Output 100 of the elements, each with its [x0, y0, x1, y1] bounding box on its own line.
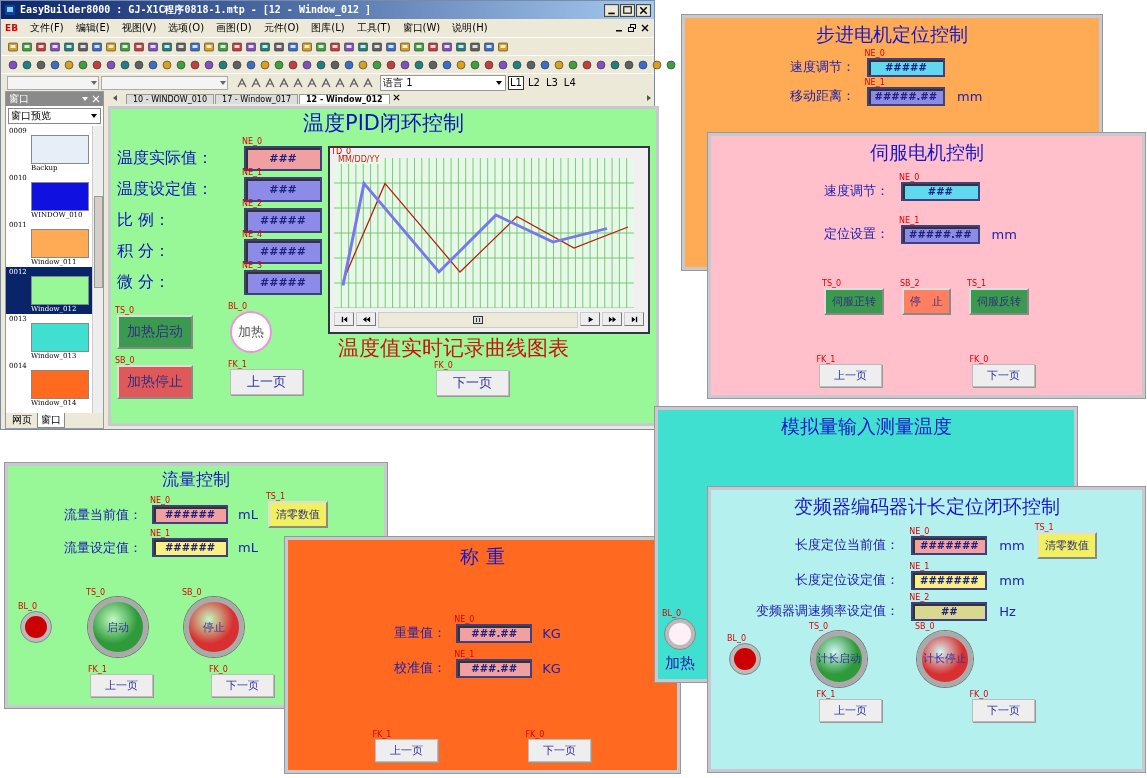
- toolbar-icon[interactable]: [511, 58, 523, 71]
- toolbar-icon[interactable]: [245, 58, 257, 71]
- toolbar-icon[interactable]: [133, 40, 145, 53]
- page-button[interactable]: 下一页: [436, 370, 509, 397]
- toolbar-icon[interactable]: [21, 40, 33, 53]
- document-tab[interactable]: 12 - Window_012: [299, 94, 390, 104]
- scrollbar[interactable]: [92, 126, 103, 413]
- number-field[interactable]: ##: [911, 601, 988, 621]
- toolbar-icon[interactable]: [273, 58, 285, 71]
- number-field[interactable]: ###.##: [456, 623, 533, 643]
- toolbar-icon[interactable]: [217, 40, 229, 53]
- format-icon[interactable]: [236, 76, 248, 89]
- toolbar-icon[interactable]: [21, 58, 33, 71]
- toolbar-icon[interactable]: [119, 40, 131, 53]
- toolbar-icon[interactable]: [427, 58, 439, 71]
- toolbar-icon[interactable]: [553, 58, 565, 71]
- number-field[interactable]: ###: [901, 181, 980, 201]
- toolbar-icon[interactable]: [399, 40, 411, 53]
- menu-item[interactable]: 选项(O): [168, 21, 205, 35]
- first-icon[interactable]: [334, 312, 354, 327]
- toolbar-icon[interactable]: [203, 40, 215, 53]
- toolbar-icon[interactable]: [147, 40, 159, 53]
- layer-button[interactable]: L4: [561, 75, 578, 90]
- toolbar-icon[interactable]: [77, 58, 89, 71]
- toolbar-icon[interactable]: [637, 58, 649, 71]
- toolbar-icon[interactable]: [175, 40, 187, 53]
- menu-item[interactable]: 文件(F): [30, 21, 64, 35]
- toolbar-icon[interactable]: [343, 58, 355, 71]
- toolbar-icon[interactable]: [357, 58, 369, 71]
- toolbar-icon[interactable]: [287, 58, 299, 71]
- toolbar-icon[interactable]: [651, 58, 663, 71]
- toolbar-icon[interactable]: [105, 58, 117, 71]
- toolbar-icon[interactable]: [189, 40, 201, 53]
- clear-button[interactable]: 清零数值: [1036, 531, 1097, 559]
- toolbar-icon[interactable]: [35, 58, 47, 71]
- toolbar-icon[interactable]: [371, 58, 383, 71]
- toolbar-icon[interactable]: [623, 58, 635, 71]
- toolbar-icon[interactable]: [483, 58, 495, 71]
- page-button[interactable]: 下一页: [527, 739, 591, 762]
- format-icon[interactable]: [292, 76, 304, 89]
- toolbar-icon[interactable]: [455, 40, 467, 53]
- close-icon[interactable]: [640, 23, 650, 33]
- toolbar-icon[interactable]: [245, 40, 257, 53]
- toolbar-icon[interactable]: [441, 58, 453, 71]
- toolbar-icon[interactable]: [385, 58, 397, 71]
- toolbar-icon[interactable]: [357, 40, 369, 53]
- toolbar-icon[interactable]: [35, 40, 47, 53]
- format-icon[interactable]: [306, 76, 318, 89]
- round-button[interactable]: 计长停止: [917, 630, 973, 687]
- toolbar-icon[interactable]: [175, 58, 187, 71]
- toolbar-icon[interactable]: [63, 40, 75, 53]
- toolbar-icon[interactable]: [7, 58, 19, 71]
- toolbar-icon[interactable]: [315, 58, 327, 71]
- toolbar-icon[interactable]: [147, 58, 159, 71]
- toolbar-icon[interactable]: [259, 58, 271, 71]
- toolbar-icon[interactable]: [105, 40, 117, 53]
- number-field[interactable]: #####: [244, 270, 322, 296]
- toolbar-icon[interactable]: [315, 40, 327, 53]
- number-field[interactable]: #######: [911, 535, 988, 555]
- scroll-right-icon[interactable]: [645, 93, 653, 102]
- page-button[interactable]: 上一页: [818, 698, 882, 722]
- toolbar-icon[interactable]: [91, 40, 103, 53]
- number-field[interactable]: #######: [911, 570, 988, 590]
- toolbar-icon[interactable]: [161, 40, 173, 53]
- page-button[interactable]: 下一页: [211, 674, 274, 697]
- last-icon[interactable]: [624, 312, 644, 327]
- number-field[interactable]: #####.##: [901, 224, 980, 244]
- round-button[interactable]: 计长启动: [811, 630, 867, 687]
- menu-item[interactable]: 窗口(W): [402, 21, 441, 35]
- format-icon[interactable]: [334, 76, 346, 89]
- document-tab[interactable]: 10 - WINDOW_010: [126, 94, 215, 104]
- scroll-track[interactable]: [378, 312, 578, 329]
- toolbar-icon[interactable]: [329, 40, 341, 53]
- toolbar-icon[interactable]: [497, 40, 509, 53]
- toolbar-icon[interactable]: [343, 40, 355, 53]
- page-button[interactable]: 上一页: [818, 364, 882, 387]
- page-button[interactable]: 上一页: [374, 739, 438, 762]
- toolbar-icon[interactable]: [525, 58, 537, 71]
- menu-item[interactable]: 视图(V): [121, 21, 157, 35]
- toolbar-icon[interactable]: [63, 58, 75, 71]
- toolbar-icon[interactable]: [91, 58, 103, 71]
- control-button[interactable]: 停 止: [902, 287, 951, 315]
- toolbar-icon[interactable]: [399, 58, 411, 71]
- number-field[interactable]: ######: [152, 538, 229, 558]
- format-icon[interactable]: [362, 76, 374, 89]
- menu-item[interactable]: 元件(O): [263, 21, 300, 35]
- toolbar-icon[interactable]: [329, 58, 341, 71]
- menu-item[interactable]: 工具(T): [356, 21, 391, 35]
- toolbar-icon[interactable]: [567, 58, 579, 71]
- toolbar-icon[interactable]: [385, 40, 397, 53]
- panel-tab[interactable]: 网页: [9, 413, 35, 428]
- toolbar-icon[interactable]: [413, 58, 425, 71]
- panel-tab[interactable]: 窗口: [37, 413, 65, 428]
- format-icon[interactable]: [278, 76, 290, 89]
- format-icon[interactable]: [320, 76, 332, 89]
- number-field[interactable]: ######: [152, 505, 229, 525]
- toolbar-icon[interactable]: [231, 58, 243, 71]
- round-button[interactable]: 停止: [184, 597, 244, 658]
- menu-item[interactable]: 说明(H): [452, 21, 488, 35]
- toolbar-icon[interactable]: [259, 40, 271, 53]
